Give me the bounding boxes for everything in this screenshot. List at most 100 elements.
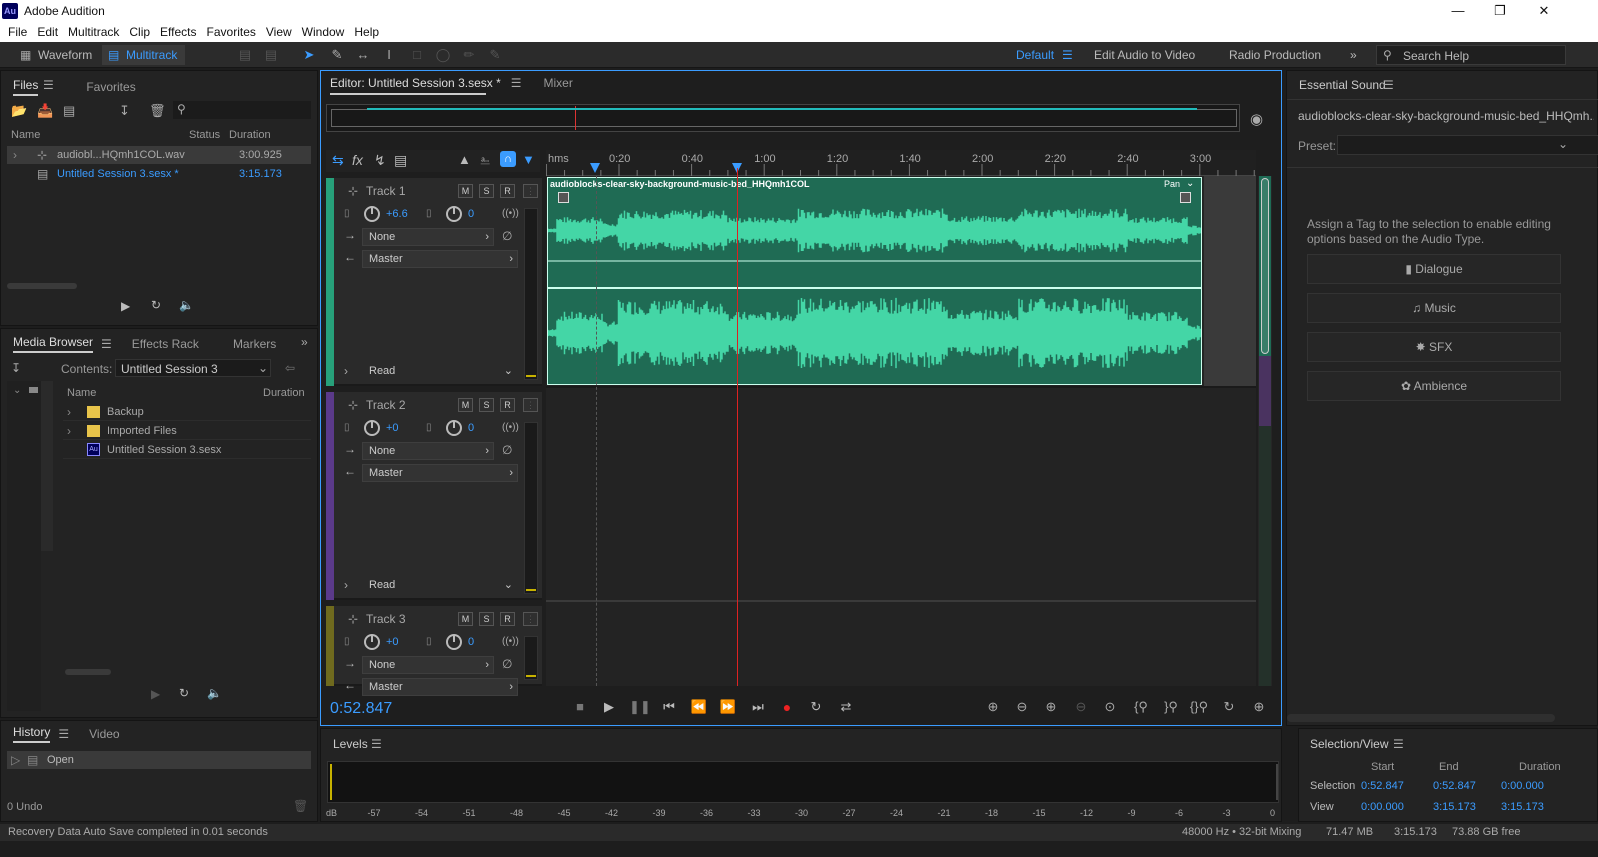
- media-col-duration[interactable]: Duration: [263, 387, 305, 399]
- output-dropdown[interactable]: Master ›: [362, 250, 518, 268]
- files-menu-icon[interactable]: ☰: [43, 78, 54, 92]
- track-name[interactable]: Track 1: [366, 184, 406, 198]
- music-button[interactable]: ♫ Music: [1307, 293, 1561, 323]
- automation-expand-icon[interactable]: ›: [344, 364, 348, 378]
- media-loop-icon[interactable]: ↻: [179, 686, 189, 700]
- io-icon[interactable]: ⇆: [332, 152, 344, 169]
- essential-menu-icon[interactable]: ☰: [1383, 78, 1394, 92]
- zoom-out-time-icon[interactable]: ⊖: [1070, 699, 1092, 715]
- snap-icon[interactable]: ⎁: [480, 152, 490, 168]
- tree-scrollbar[interactable]: [41, 381, 53, 551]
- dialogue-button[interactable]: ▮ Dialogue: [1307, 254, 1561, 284]
- rewind-icon[interactable]: ⏪: [689, 699, 709, 715]
- overview-bar[interactable]: [326, 104, 1240, 132]
- more-workspaces-icon[interactable]: »: [1350, 48, 1357, 62]
- file-row[interactable]: › ⊹ audiobl...HQmh1COL.wav 3:00.925: [7, 146, 311, 164]
- volume-knob[interactable]: [364, 634, 380, 650]
- go-to-end-icon[interactable]: ⏭: [748, 699, 768, 715]
- automation-mode-dropdown[interactable]: Read ⌄: [362, 362, 518, 380]
- menu-clip[interactable]: Clip: [129, 22, 150, 42]
- search-help-box[interactable]: ⚲ Search Help: [1376, 45, 1566, 65]
- list-item[interactable]: › Backup: [63, 403, 311, 421]
- track-move-icon[interactable]: ⊹: [348, 612, 358, 626]
- workspace-radio[interactable]: Radio Production: [1229, 48, 1321, 62]
- current-time[interactable]: 0:52.847: [330, 700, 392, 718]
- expand-icon[interactable]: ›: [13, 148, 17, 162]
- view-duration[interactable]: 3:15.173: [1501, 801, 1544, 813]
- phase-invert-icon[interactable]: ∅: [502, 443, 512, 457]
- zoom-selection-icon[interactable]: {}⚲: [1188, 699, 1210, 715]
- history-item[interactable]: ▷ ▤ Open: [7, 751, 311, 769]
- automation-mode-dropdown[interactable]: Read ⌄: [362, 576, 518, 594]
- clip-pan-label[interactable]: Pan: [1164, 179, 1180, 189]
- col-name[interactable]: Name: [11, 129, 40, 141]
- overview-viewport[interactable]: [331, 109, 1237, 127]
- zoom-in-amplitude-icon[interactable]: ⊕: [982, 699, 1004, 715]
- selection-duration[interactable]: 0:00.000: [1501, 780, 1544, 792]
- tab-markers[interactable]: Markers: [233, 337, 276, 351]
- stop-icon[interactable]: ■: [570, 699, 590, 715]
- pan-knob[interactable]: [446, 420, 462, 436]
- track-name[interactable]: Track 3: [366, 612, 406, 626]
- pan-value[interactable]: 0: [468, 636, 474, 648]
- tab-favorites[interactable]: Favorites: [86, 80, 135, 94]
- insert-icon[interactable]: ↧: [119, 103, 130, 119]
- play-preview-icon[interactable]: ▶: [121, 299, 130, 313]
- media-import-icon[interactable]: ↧: [11, 361, 21, 375]
- play-icon[interactable]: ▶: [599, 699, 619, 715]
- track-move-icon[interactable]: ⊹: [348, 184, 358, 198]
- phase-invert-icon[interactable]: ∅: [502, 657, 512, 671]
- view-start[interactable]: 0:00.000: [1361, 801, 1404, 813]
- automation-expand-icon[interactable]: ›: [344, 578, 348, 592]
- file-row[interactable]: ▤ Untitled Session 3.sesx * 3:15.173: [7, 165, 311, 183]
- track-record-button[interactable]: R: [500, 612, 515, 626]
- menu-edit[interactable]: Edit: [37, 22, 58, 42]
- marker-icon[interactable]: ▼: [522, 152, 535, 167]
- spectral-freq-icon[interactable]: ▤: [236, 46, 254, 64]
- metronome-icon[interactable]: ▲: [458, 152, 471, 167]
- zoom-tracks-icon[interactable]: ↻: [1218, 699, 1240, 715]
- view-end[interactable]: 3:15.173: [1433, 801, 1476, 813]
- tab-files[interactable]: Files: [13, 78, 38, 96]
- files-search-field[interactable]: ⚲: [173, 101, 311, 119]
- tab-editor[interactable]: Editor: Untitled Session 3.sesx *: [330, 76, 501, 90]
- history-trash-icon[interactable]: 🗑: [293, 799, 308, 813]
- fast-forward-icon[interactable]: ⏩: [718, 699, 738, 715]
- editor-menu-icon[interactable]: ☰: [511, 76, 522, 90]
- levels-menu-icon[interactable]: ☰: [371, 737, 382, 751]
- record-icon[interactable]: ●: [777, 699, 797, 715]
- time-selection-icon[interactable]: I: [380, 46, 398, 64]
- open-file-icon[interactable]: 📂: [11, 103, 27, 119]
- stereo-icon[interactable]: ((•)): [502, 422, 519, 433]
- lasso-icon[interactable]: ◯: [434, 46, 452, 64]
- files-scrollbar[interactable]: [7, 283, 77, 289]
- track-monitor-button[interactable]: ⋮: [523, 612, 538, 626]
- loop-playback-icon[interactable]: ↻: [806, 699, 826, 715]
- media-col-name[interactable]: Name: [67, 387, 96, 399]
- list-item[interactable]: Au Untitled Session 3.sesx: [63, 441, 311, 459]
- panel-overflow-icon[interactable]: »: [301, 335, 308, 349]
- spot-healing-icon[interactable]: ✎: [486, 46, 504, 64]
- volume-value[interactable]: +0: [386, 636, 399, 648]
- track-name[interactable]: Track 2: [366, 398, 406, 412]
- output-dropdown[interactable]: Master ›: [362, 678, 518, 696]
- preset-dropdown[interactable]: ⌄: [1337, 135, 1598, 155]
- media-scrollbar[interactable]: [65, 669, 111, 675]
- zoom-fit-icon[interactable]: ⊕: [1248, 699, 1270, 715]
- input-dropdown[interactable]: None ›: [362, 228, 494, 246]
- zoom-full-icon[interactable]: ⊙: [1099, 699, 1121, 715]
- menu-help[interactable]: Help: [354, 22, 379, 42]
- fx-icon[interactable]: fx: [352, 152, 363, 168]
- tab-effects-rack[interactable]: Effects Rack: [132, 337, 199, 351]
- ambience-button[interactable]: ✿ Ambience: [1307, 371, 1561, 401]
- workspace-default[interactable]: Default: [1016, 48, 1054, 62]
- tab-history[interactable]: History: [13, 725, 50, 743]
- pan-value[interactable]: 0: [468, 422, 474, 434]
- essential-scrollbar[interactable]: [1287, 714, 1555, 722]
- pan-knob[interactable]: [446, 206, 462, 222]
- zoom-navigator-icon[interactable]: ◉: [1250, 110, 1263, 128]
- track-solo-button[interactable]: S: [479, 398, 494, 412]
- go-to-start-icon[interactable]: ⏮: [659, 699, 679, 715]
- scroll-thumb[interactable]: [1261, 178, 1269, 354]
- input-dropdown[interactable]: None ›: [362, 656, 494, 674]
